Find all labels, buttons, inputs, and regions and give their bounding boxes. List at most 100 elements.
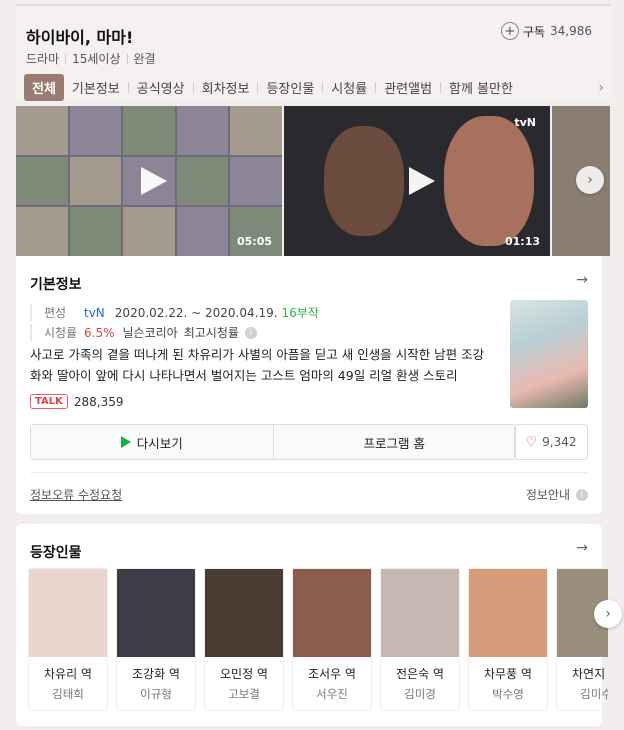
basic-info-card: 기본정보 → 편성 tvN 2020.02.22. ~ 2020.04.19. …: [16, 256, 602, 514]
actor-name: 고보결: [228, 687, 260, 701]
tab-bar: 전체 기본정보 공식영상 회차정보 등장인물 시청률 관련앨범 함께 볼만한: [24, 74, 596, 101]
rewatch-label: 다시보기: [136, 435, 183, 451]
arrow-right-icon[interactable]: →: [576, 540, 588, 556]
poster-image[interactable]: [510, 300, 588, 408]
chevron-right-icon[interactable]: ›: [576, 166, 604, 194]
broadcast-row: 편성 tvN 2020.02.22. ~ 2020.04.19. 16부작: [30, 304, 319, 321]
cast-member[interactable]: 차무풍 역박수영: [468, 568, 548, 711]
cast-member[interactable]: 차연지 역김미수: [556, 568, 608, 711]
actor-name: 서우진: [316, 687, 348, 701]
actor-name: 이규형: [140, 687, 172, 701]
age-rating: 15세이상: [72, 52, 121, 66]
avatar: [117, 569, 195, 657]
rating-source: 닐슨코리아: [122, 326, 178, 340]
role-name: 조강화 역: [132, 667, 180, 681]
play-icon: [141, 167, 167, 195]
divider: [65, 53, 67, 64]
actor-name: 김미경: [404, 687, 436, 701]
thumbnail-tile: [176, 106, 229, 155]
page: 하이바이, 마마! 드라마 15세이상 완결 + 구독 34,986 전체 기본…: [0, 0, 624, 730]
play-icon: [120, 436, 131, 448]
air-dates: 2020.02.22. ~ 2020.04.19.: [114, 305, 278, 320]
subscribe-count: 34,986: [550, 24, 592, 38]
role-name: 전은숙 역: [396, 667, 444, 681]
broadcast-label: 편성: [44, 306, 67, 320]
section-title: 등장인물: [30, 545, 82, 561]
divider: [30, 472, 588, 473]
video-duration: 05:05: [236, 235, 272, 248]
like-button[interactable]: ♡ 9,342: [514, 424, 588, 460]
avatar: [381, 569, 459, 657]
chevron-right-icon[interactable]: ›: [598, 80, 604, 96]
rating-note: 최고시청률: [183, 326, 239, 340]
tab-recommended[interactable]: 함께 볼만한: [441, 74, 521, 101]
role-name: 조서우 역: [308, 667, 356, 681]
thumbnail-tile: [123, 207, 175, 256]
cast-member[interactable]: 전은숙 역김미경: [380, 568, 460, 711]
video-duration: 01:13: [504, 235, 540, 248]
info-guide-link[interactable]: 정보안내 i: [526, 486, 588, 503]
network-link[interactable]: tvN: [84, 306, 105, 320]
plus-circle-icon: +: [500, 22, 519, 40]
video-strip: 05:05 tvN 01:13: [16, 106, 610, 256]
report-error-link[interactable]: 정보오류 수정요청: [30, 486, 122, 503]
channel-logo: tvN: [514, 116, 536, 129]
actor-name: 김태희: [52, 687, 84, 701]
thumbnail-tile: [230, 207, 282, 256]
video-thumbnail[interactable]: 05:05: [16, 106, 282, 256]
synopsis: 사고로 가족의 곁을 떠나게 된 차유리가 사별의 아픔을 딛고 새 인생을 시…: [30, 347, 485, 383]
role-name: 오민정 역: [220, 667, 268, 681]
rating-row: 시청률 6.5% 닐슨코리아 최고시청률 i: [30, 324, 257, 341]
thumbnail-image: [444, 116, 534, 246]
thumbnail-tile: [16, 207, 68, 256]
thumbnail-tile: [69, 207, 122, 256]
status: 완결: [133, 52, 156, 66]
thumbnail-image: [324, 126, 404, 236]
rating-label: 시청률: [44, 326, 78, 340]
thumbnail-tile: [230, 106, 282, 155]
talk-link[interactable]: TALK 288,359: [30, 394, 124, 409]
video-thumbnail[interactable]: tvN 01:13: [284, 106, 550, 256]
cast-member[interactable]: 차유리 역 김태희: [28, 568, 108, 711]
tab-cast[interactable]: 등장인물: [258, 74, 322, 101]
thumbnail-tile: [176, 207, 229, 256]
heart-icon: ♡: [525, 434, 538, 450]
thumbnail-tile: [69, 156, 122, 206]
program-home-button[interactable]: 프로그램 홈: [272, 425, 515, 459]
cast-member[interactable]: 오민정 역고보결: [204, 568, 284, 711]
role-name: 차연지 역: [572, 667, 608, 681]
avatar: [29, 569, 107, 657]
subscribe-button[interactable]: + 구독 34,986: [500, 22, 592, 40]
tab-albums[interactable]: 관련앨범: [376, 74, 440, 101]
thumbnail-tile: [176, 156, 229, 206]
info-icon: i: [576, 488, 588, 501]
role-name: 차무풍 역: [484, 667, 532, 681]
actor-name: 박수영: [492, 687, 524, 701]
info-guide-label: 정보안내: [525, 488, 570, 502]
arrow-right-icon[interactable]: →: [576, 272, 588, 288]
thumbnail-tile: [230, 156, 282, 206]
rewatch-button[interactable]: 다시보기: [31, 425, 273, 459]
info-icon[interactable]: i: [244, 326, 257, 339]
talk-badge: TALK: [30, 394, 68, 409]
chevron-right-icon[interactable]: ›: [594, 600, 622, 628]
avatar: [469, 569, 547, 657]
episode-count: 16부작: [281, 306, 319, 320]
tab-official-video[interactable]: 공식영상: [129, 74, 193, 101]
play-icon: [409, 167, 435, 195]
tab-basic-info[interactable]: 기본정보: [64, 74, 128, 101]
thumbnail-tile: [69, 106, 122, 155]
tab-ratings[interactable]: 시청률: [323, 74, 375, 101]
tab-episodes[interactable]: 회차정보: [194, 74, 258, 101]
section-title: 기본정보: [30, 277, 82, 293]
program-home-label: 프로그램 홈: [363, 435, 425, 451]
cast-member[interactable]: 조강화 역이규형: [116, 568, 196, 711]
genre[interactable]: 드라마: [26, 50, 59, 67]
page-title: 하이바이, 마마!: [26, 28, 134, 47]
avatar: [293, 569, 371, 657]
thumbnail-tile: [16, 106, 68, 155]
cast-member[interactable]: 조서우 역서우진: [292, 568, 372, 711]
thumbnail-tile: [16, 156, 68, 206]
tab-all[interactable]: 전체: [24, 74, 64, 101]
talk-count: 288,359: [73, 394, 124, 409]
